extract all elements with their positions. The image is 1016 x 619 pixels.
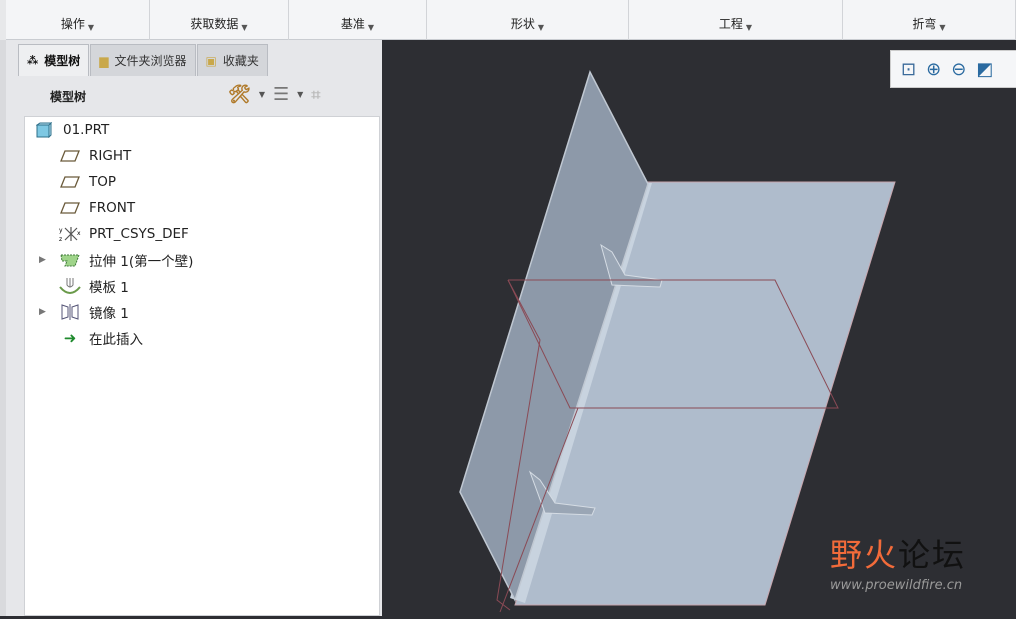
svg-text:z: z (59, 236, 62, 243)
tree-item-insert-here[interactable]: ➜ 在此插入 (25, 325, 379, 351)
tree-title: 模型树 (50, 89, 87, 104)
view-toolbar: ⊡ ⊕ ⊖ ◩ (890, 50, 1016, 88)
ribbon-group-engineering[interactable]: 工程 ▼ (629, 0, 843, 40)
tab-favorites[interactable]: ▣ 收藏夹 (196, 44, 268, 76)
watermark-url: www.proewildfire.cn (830, 578, 963, 593)
expand-arrow-icon[interactable]: ▶ (39, 307, 46, 317)
csys-icon: yz x (59, 225, 81, 243)
ribbon-group-shapes[interactable]: 形状 ▼ (427, 0, 629, 40)
chevron-down-icon: ▼ (745, 23, 753, 32)
zoom-fit-icon[interactable]: ⊡ (901, 59, 916, 80)
mirror-icon (59, 303, 81, 321)
chevron-down-icon: ▼ (537, 23, 545, 32)
tree-item-form[interactable]: 模板 1 (25, 273, 379, 299)
chevron-down-icon[interactable]: ▼ (259, 90, 265, 99)
ribbon: 操作 ▼ 获取数据 ▼ 基准 ▼ 形状 ▼ 工程 ▼ 折弯 ▼ (0, 0, 1016, 40)
model-tree: 01.PRT RIGHT TOP FRONT y z x PRT_CSYS_DEF ▶… (24, 116, 380, 616)
chevron-down-icon: ▼ (241, 23, 248, 32)
navigator-panel: ⁂ 模型树 ▆ 文件夹浏览器 ▣ 收藏夹 模型树 🛠 ▼ ☰ ▼ ⌗ 01.PRT R… (0, 40, 382, 616)
favorites-icon: ▣ (205, 53, 217, 68)
tree-item-csys[interactable]: y z x PRT_CSYS_DEF (25, 221, 379, 247)
zoom-in-icon[interactable]: ⊕ (926, 59, 941, 80)
tab-folder-browser[interactable]: ▆ 文件夹浏览器 (90, 44, 196, 76)
zoom-out-icon[interactable]: ⊖ (951, 59, 966, 80)
ribbon-group-bend[interactable]: 折弯 ▼ (843, 0, 1016, 40)
extrude-wall-icon (59, 252, 81, 268)
tree-item-part[interactable]: 01.PRT (25, 117, 379, 143)
expand-arrow-icon[interactable]: ▶ (39, 255, 46, 265)
datum-plane-icon (59, 201, 81, 215)
tree-filter-icon[interactable]: ⌗ (311, 85, 320, 105)
form-icon (59, 277, 81, 295)
tree-item-right[interactable]: RIGHT (25, 143, 379, 169)
chevron-down-icon: ▼ (939, 23, 946, 32)
datum-plane-icon (59, 175, 81, 189)
chevron-down-icon: ▼ (87, 23, 95, 32)
show-list-icon[interactable]: ☰ (273, 84, 289, 105)
settings-tools-icon[interactable]: 🛠 (228, 84, 251, 105)
folder-icon: ▆ (99, 53, 109, 68)
svg-text:x: x (77, 230, 81, 237)
datum-plane-icon (59, 149, 81, 163)
model-tree-icon: ⁂ (27, 54, 39, 67)
tree-item-mirror[interactable]: ▶ 镜像 1 (25, 299, 379, 325)
chevron-down-icon: ▼ (367, 23, 375, 32)
tree-item-front[interactable]: FRONT (25, 195, 379, 221)
tab-model-tree[interactable]: ⁂ 模型树 (18, 44, 90, 76)
tree-item-top[interactable]: TOP (25, 169, 379, 195)
part-icon (33, 122, 55, 138)
ribbon-group-datum[interactable]: 基准 ▼ (289, 0, 427, 40)
insert-here-icon: ➜ (63, 329, 77, 347)
chevron-down-icon[interactable]: ▼ (297, 90, 303, 99)
tree-item-extrude[interactable]: ▶ 拉伸 1(第一个壁) (25, 247, 379, 273)
repaint-icon[interactable]: ◩ (976, 59, 993, 80)
watermark-logo: 野火论坛 www.proewildfire.cn (830, 530, 1010, 610)
ribbon-group-operations[interactable]: 操作 ▼ (0, 0, 150, 40)
ribbon-group-get-data[interactable]: 获取数据 ▼ (150, 0, 289, 40)
svg-text:y: y (59, 227, 63, 234)
